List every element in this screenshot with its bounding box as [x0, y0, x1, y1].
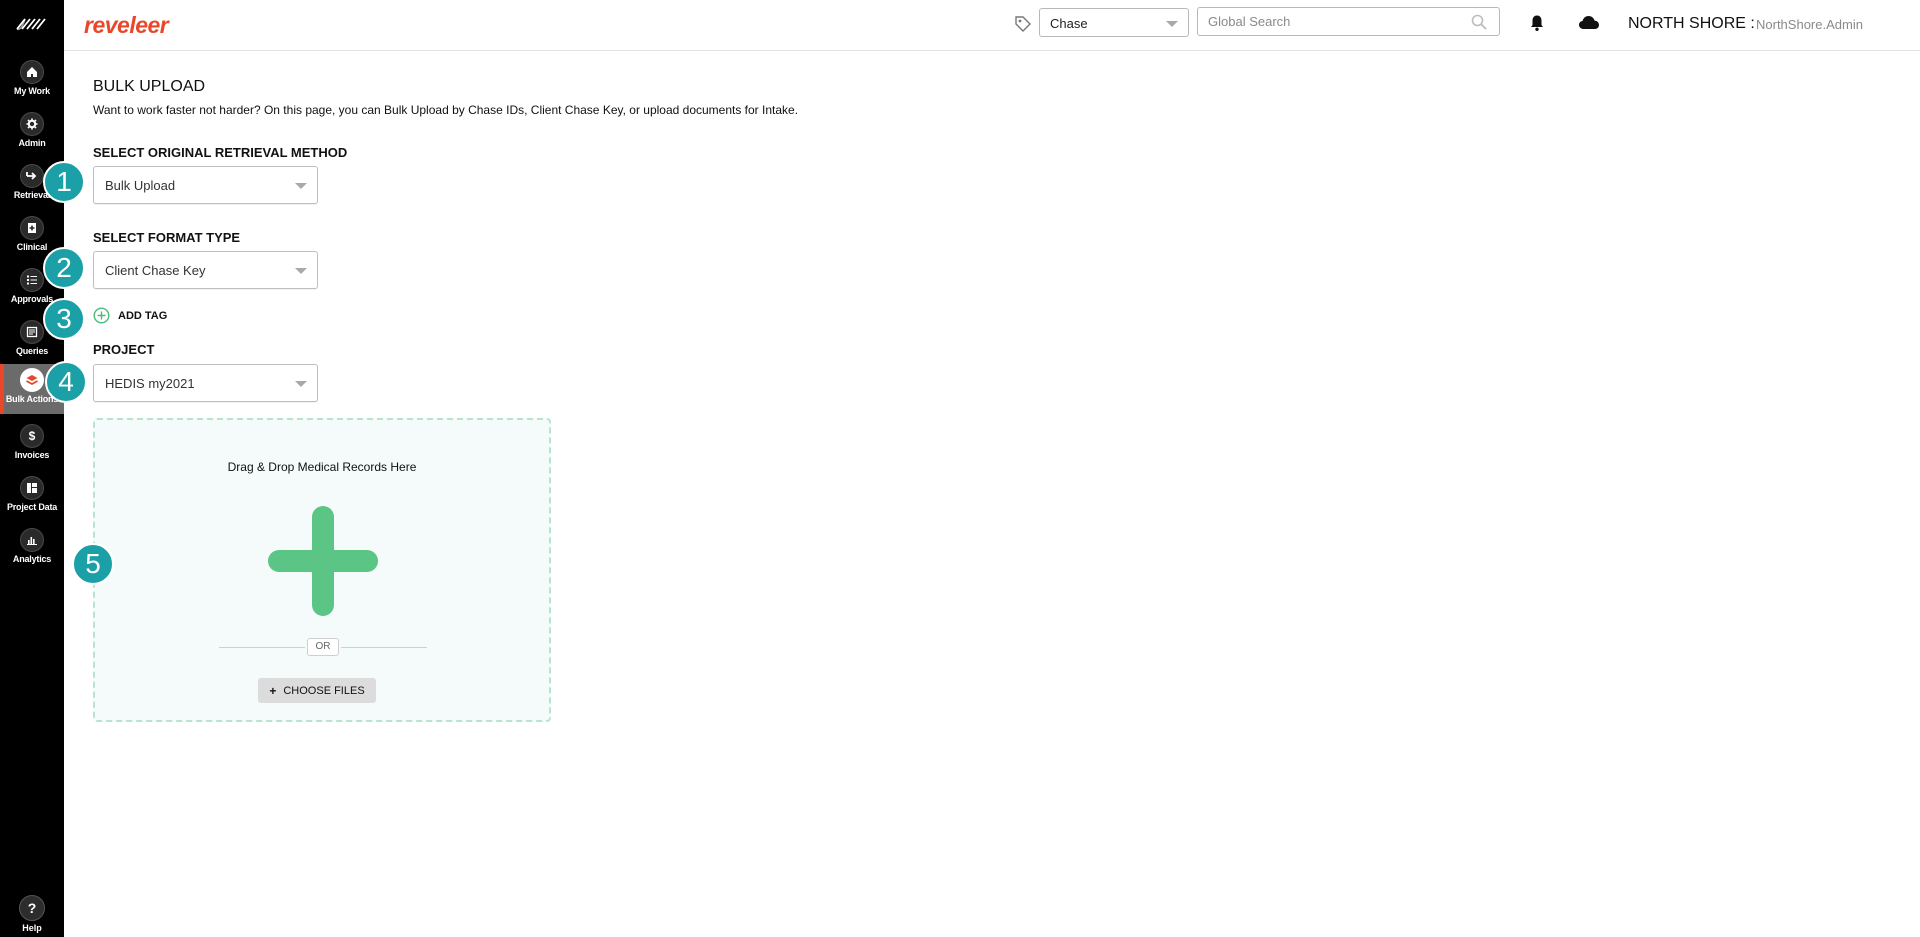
search-icon[interactable]: [1471, 14, 1487, 30]
layers-icon: [20, 368, 44, 392]
retrieval-method-value: Bulk Upload: [105, 178, 176, 193]
organization-name: NORTH SHORE :: [1628, 15, 1755, 32]
sidebar: My Work Admin Retrieval Clinical Approva…: [0, 0, 64, 937]
arrow-right-icon: [20, 164, 44, 188]
app-logo-icon[interactable]: [0, 12, 64, 36]
clinical-doc-icon: [20, 216, 44, 240]
chevron-down-icon: [295, 183, 307, 189]
chevron-down-icon: [1166, 21, 1178, 27]
bar-chart-icon: [20, 528, 44, 552]
choose-files-label: CHOOSE FILES: [283, 684, 365, 697]
dropzone-title: Drag & Drop Medical Records Here: [227, 460, 417, 474]
project-select[interactable]: HEDIS my2021: [93, 364, 318, 402]
sidebar-item-label: Project Data: [6, 502, 58, 512]
dollar-icon: $: [20, 424, 44, 448]
sidebar-item-analytics[interactable]: Analytics: [0, 524, 64, 574]
retrieval-method-select[interactable]: Bulk Upload: [93, 166, 318, 204]
tag-icon: [1015, 16, 1031, 32]
search-type-value: Chase: [1050, 16, 1088, 31]
divider-line: [219, 647, 305, 648]
sidebar-item-my-work[interactable]: My Work: [0, 56, 64, 106]
sidebar-item-admin[interactable]: Admin: [0, 108, 64, 158]
project-value: HEDIS my2021: [105, 376, 195, 391]
sidebar-item-label: Admin: [18, 138, 46, 148]
divider-line: [341, 647, 427, 648]
format-type-select[interactable]: Client Chase Key: [93, 251, 318, 289]
bell-icon[interactable]: [1529, 14, 1545, 32]
file-dropzone[interactable]: Drag & Drop Medical Records Here OR + CH…: [93, 418, 551, 722]
sidebar-item-label: Analytics: [12, 554, 52, 564]
help-icon: ?: [19, 895, 45, 921]
sidebar-item-invoices[interactable]: $ Invoices: [0, 420, 64, 470]
callout-badge-4: 4: [45, 361, 87, 403]
retrieval-method-label: SELECT ORIGINAL RETRIEVAL METHOD: [93, 145, 348, 160]
sidebar-item-label: Clinical: [16, 242, 48, 252]
callout-badge-5: 5: [72, 543, 114, 585]
callout-badge-2: 2: [43, 247, 85, 289]
callout-badge-3: 3: [43, 298, 85, 340]
brand-logo[interactable]: reveleer: [84, 12, 169, 39]
cloud-icon[interactable]: [1578, 14, 1600, 30]
sidebar-item-label: My Work: [14, 86, 50, 96]
project-data-icon: [20, 476, 44, 500]
callout-badge-1: 1: [43, 161, 85, 203]
sidebar-item-label: Queries: [15, 346, 49, 356]
or-separator: OR: [307, 638, 339, 656]
sidebar-item-project-data[interactable]: Project Data: [0, 472, 64, 522]
list-icon: [20, 320, 44, 344]
plus-circle-icon: [93, 307, 110, 324]
gear-icon: [20, 112, 44, 136]
top-header: reveleer Chase NORTH SHORE : NorthShore.…: [64, 0, 1920, 51]
global-search: [1197, 7, 1500, 36]
plus-icon: +: [269, 683, 277, 698]
add-tag-button[interactable]: ADD TAG: [93, 307, 167, 324]
sidebar-item-label: Invoices: [14, 450, 50, 460]
add-tag-label: ADD TAG: [118, 309, 168, 322]
search-type-select[interactable]: Chase: [1039, 8, 1189, 37]
format-type-label: SELECT FORMAT TYPE: [93, 230, 241, 245]
page-description: Want to work faster not harder? On this …: [93, 103, 799, 117]
large-plus-icon[interactable]: [268, 506, 378, 616]
format-type-value: Client Chase Key: [105, 263, 206, 278]
main-content: BULK UPLOAD Want to work faster not hard…: [64, 52, 1920, 937]
checklist-icon: [20, 268, 44, 292]
sidebar-item-label: Approvals: [10, 294, 54, 304]
sidebar-item-label: Help: [22, 923, 42, 933]
global-search-input[interactable]: [1198, 8, 1458, 35]
sidebar-item-help[interactable]: ? Help: [0, 895, 64, 937]
choose-files-button[interactable]: + CHOOSE FILES: [258, 678, 376, 703]
home-icon: [20, 60, 44, 84]
project-label: PROJECT: [93, 342, 155, 357]
chevron-down-icon: [295, 381, 307, 387]
chevron-down-icon: [295, 268, 307, 274]
user-name[interactable]: NorthShore.Admin: [1756, 17, 1863, 32]
page-title: BULK UPLOAD: [93, 78, 206, 95]
